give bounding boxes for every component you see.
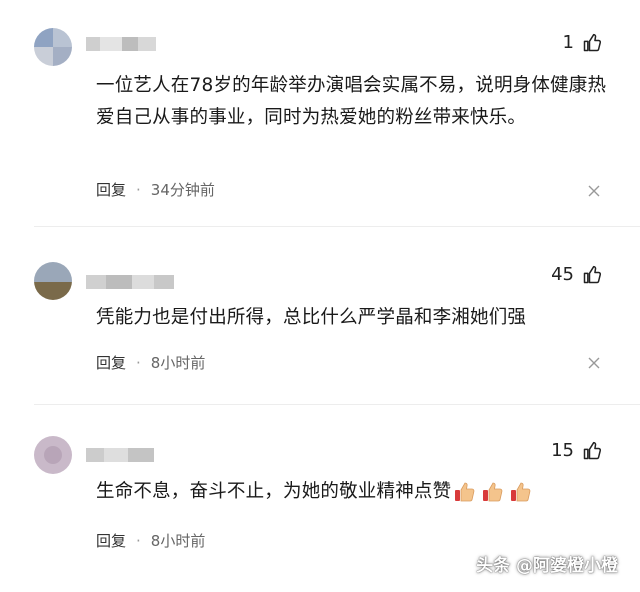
username-blurred[interactable] (86, 275, 196, 289)
like-count: 15 (551, 440, 574, 461)
thumbs-up-icon (583, 441, 602, 459)
divider (34, 226, 640, 227)
like-button[interactable]: 1 (563, 32, 602, 53)
comment-text: 凭能力也是付出所得，总比什么严学晶和李湘她们强 (96, 307, 527, 328)
avatar[interactable] (34, 28, 72, 66)
username-blurred[interactable] (86, 448, 176, 462)
like-button[interactable]: 15 (551, 440, 602, 461)
thumbs-up-icon (583, 33, 602, 51)
comment-text: 一位艺人在78岁的年龄举办演唱会实属不易，说明身体健康热爱自己从事的事业，同时为… (96, 75, 607, 128)
username-blurred[interactable] (86, 37, 166, 51)
like-count: 1 (562, 32, 574, 53)
separator: · (136, 353, 141, 372)
comment-meta: 回复 · 34分钟前 (96, 179, 215, 200)
comment-text: 生命不息，奋斗不止，为她的敬业精神点赞 (96, 476, 616, 508)
comment-text-content: 生命不息，奋斗不止，为她的敬业精神点赞 (96, 481, 452, 502)
separator: · (136, 180, 141, 199)
comment-time: 34分钟前 (150, 181, 215, 199)
close-icon[interactable] (588, 185, 600, 197)
watermark: 头条 @阿婆橙小橙 (476, 556, 618, 576)
comment-item: 45 凭能力也是付出所得，总比什么严学晶和李湘她们强 回复 · 8小时前 (0, 230, 640, 400)
comment-meta: 回复 · 8小时前 (96, 530, 205, 551)
divider (34, 404, 640, 405)
like-count: 45 (551, 264, 574, 285)
reply-button[interactable]: 回复 (96, 530, 126, 551)
comment-time: 8小时前 (150, 532, 206, 550)
thumbs-up-icon (583, 265, 602, 283)
comment-item: 1 一位艺人在78岁的年龄举办演唱会实属不易，说明身体健康热爱自己从事的事业，同… (0, 0, 640, 222)
thumbs-up-emoji-icon (455, 482, 475, 502)
comment-meta: 回复 · 8小时前 (96, 352, 205, 373)
comment-time: 8小时前 (150, 354, 206, 372)
like-button[interactable]: 45 (551, 264, 602, 285)
avatar[interactable] (34, 262, 72, 300)
reply-button[interactable]: 回复 (96, 352, 126, 373)
separator: · (136, 531, 141, 550)
reply-button[interactable]: 回复 (96, 179, 126, 200)
avatar[interactable] (34, 436, 72, 474)
close-icon[interactable] (588, 357, 600, 369)
emoji-group (453, 480, 533, 504)
thumbs-up-emoji-icon (511, 482, 531, 502)
thumbs-up-emoji-icon (483, 482, 503, 502)
